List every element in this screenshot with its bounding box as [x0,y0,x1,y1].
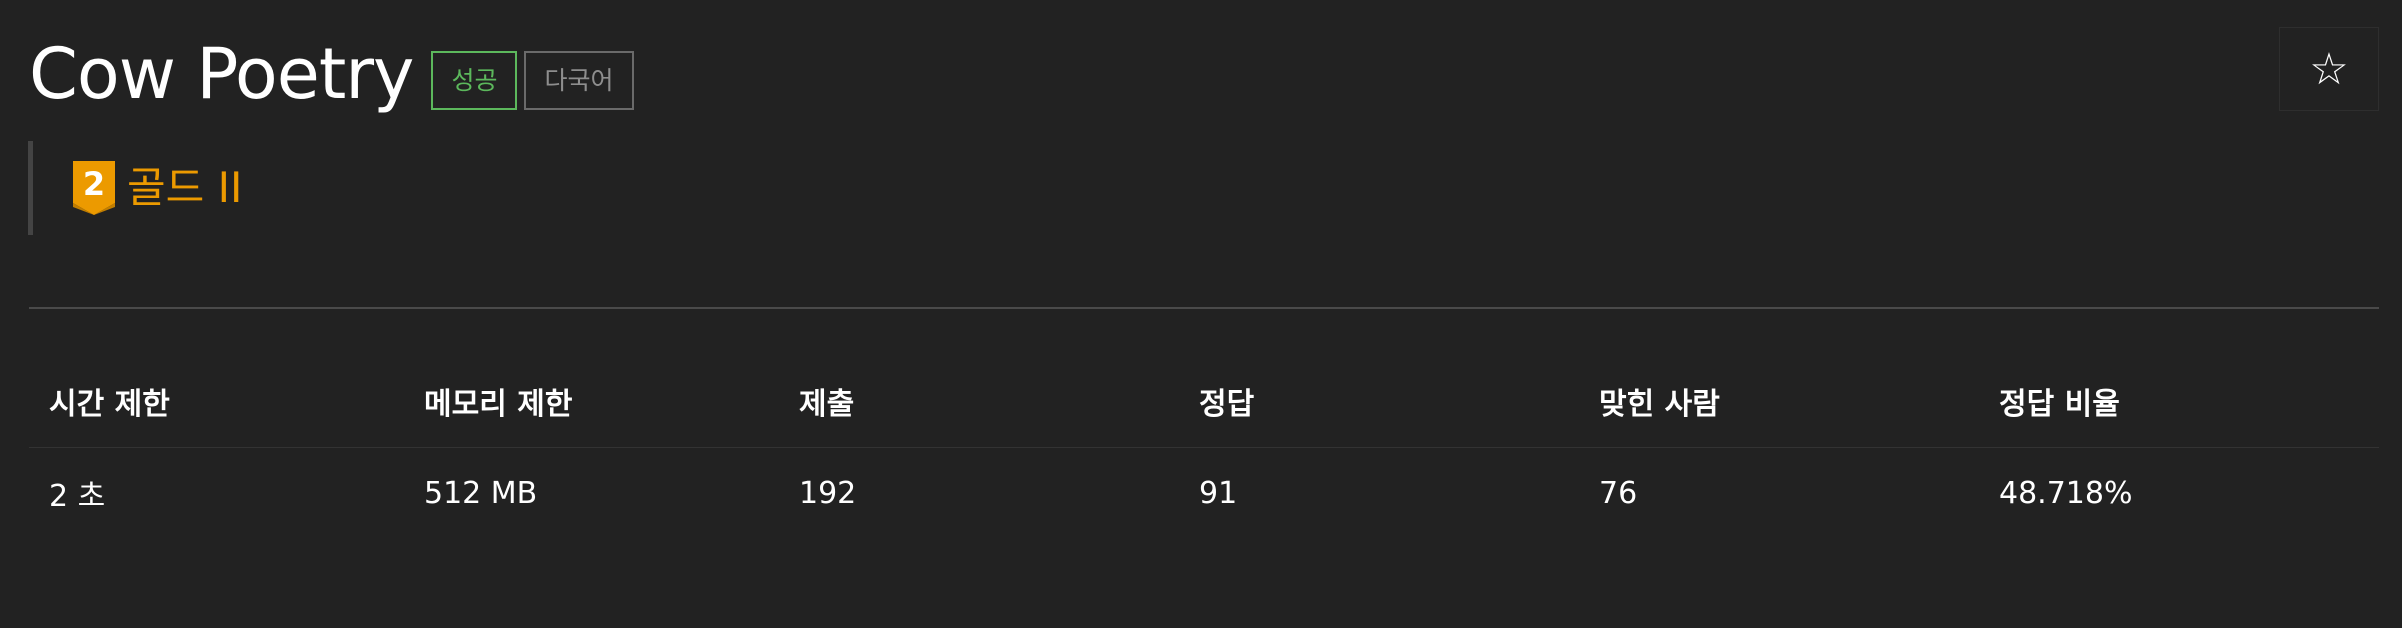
problem-header: Cow Poetry 성공 다국어 [29,28,634,120]
cut-off-section-heading [49,616,109,628]
tier-block: 2 골드 II [28,141,242,235]
problem-title: Cow Poetry [29,33,414,115]
result-badge: 성공 [431,50,518,110]
header-submissions: 제출 [779,355,1179,448]
problem-page: Cow Poetry 성공 다국어 ☆ 2 골드 II 시간 제한 메모리 제한 [0,0,2402,628]
table-header-row: 시간 제한 메모리 제한 제출 정답 맞힌 사람 정답 비율 [29,355,2379,448]
gold-tier-icon: 2 [73,161,115,215]
time-limit-value: 2 초 [49,479,106,514]
favorite-star-button[interactable]: ☆ [2279,27,2379,111]
star-outline-icon: ☆ [2309,43,2349,95]
tier-label[interactable]: 골드 II [127,161,242,215]
memory-limit-value: 512 MB [424,475,538,511]
language-badge[interactable]: 다국어 [524,50,634,110]
submissions-value[interactable]: 192 [779,448,1179,539]
section-divider [29,307,2379,309]
header-accepted: 정답 [1179,355,1579,448]
header-solved-users: 맞힌 사람 [1579,355,1979,448]
header-memory-limit: 메모리 제한 [404,355,779,448]
accept-ratio-value: 48.718% [1999,475,2133,511]
solved-users-value[interactable]: 76 [1579,448,1979,539]
accepted-value: 91 [1199,475,1238,511]
table-row: 2 초 512 MB 192 91 76 48.718% [29,448,2379,539]
header-accept-ratio: 정답 비율 [1979,355,2379,448]
header-time-limit: 시간 제한 [29,355,404,448]
tier-level-number: 2 [83,165,105,203]
problem-info-table: 시간 제한 메모리 제한 제출 정답 맞힌 사람 정답 비율 2 초 512 M… [29,355,2379,538]
